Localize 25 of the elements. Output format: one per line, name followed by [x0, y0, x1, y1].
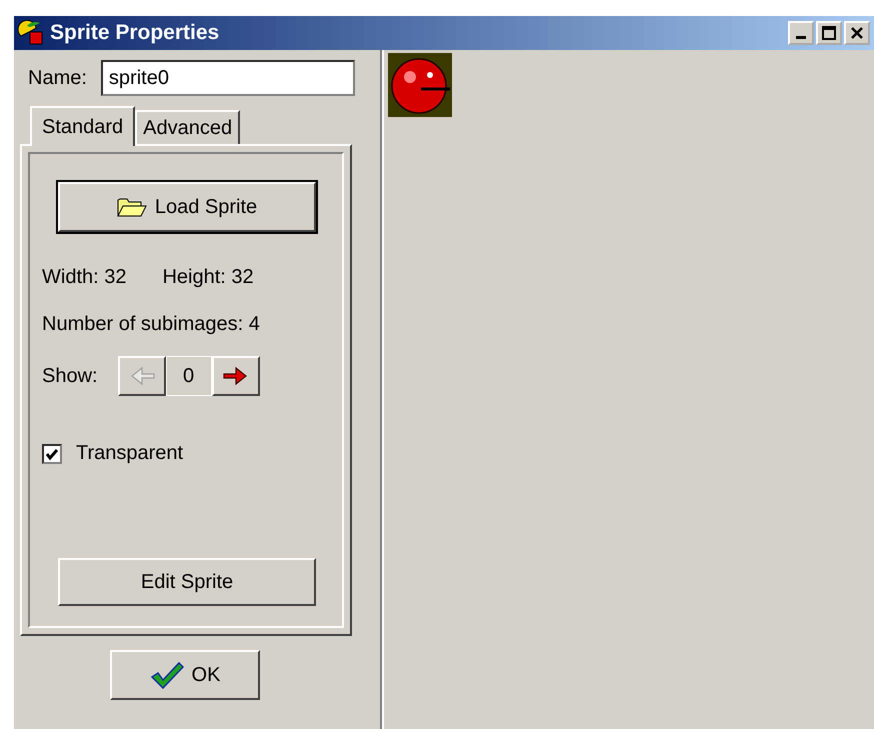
checkmark-icon: [150, 661, 184, 689]
load-sprite-button[interactable]: Load Sprite: [58, 182, 316, 232]
minimize-icon: [796, 36, 806, 39]
edit-sprite-button[interactable]: Edit Sprite: [58, 558, 316, 606]
window-title: Sprite Properties: [50, 21, 220, 45]
name-field[interactable]: sprite0: [100, 60, 355, 96]
next-button[interactable]: [212, 356, 260, 396]
transparent-label: Transparent: [76, 442, 184, 465]
folder-icon: [116, 196, 147, 218]
transparent-checkbox[interactable]: [42, 444, 62, 464]
name-label: Name:: [28, 66, 87, 90]
minimize-button[interactable]: [788, 21, 814, 45]
maximize-button[interactable]: [816, 21, 842, 45]
close-button[interactable]: [844, 21, 870, 45]
app-icon: [18, 20, 44, 46]
subimages-label: Number of subimages: 4: [42, 313, 261, 336]
ok-button[interactable]: OK: [110, 650, 260, 700]
width-label: Width: 32: [42, 266, 126, 289]
subimage-index: 0: [166, 356, 212, 396]
height-label: Height: 32: [162, 266, 254, 289]
tab[interactable]: Standard: [30, 106, 136, 146]
show-label: Show:: [42, 364, 98, 388]
tab[interactable]: Advanced: [135, 110, 240, 144]
close-icon: [850, 26, 864, 40]
maximize-icon: [822, 26, 836, 40]
